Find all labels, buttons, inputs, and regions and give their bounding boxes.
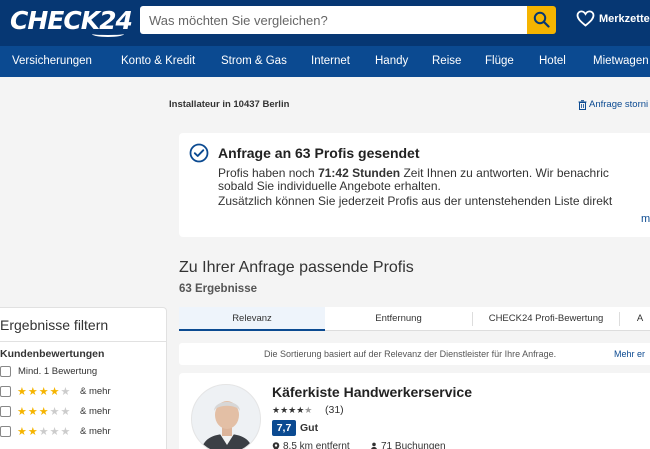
checkbox[interactable] — [0, 406, 11, 417]
filter-option-2-stars[interactable]: ★★★★★ & mehr — [0, 426, 166, 440]
confirmation-line-2: sobald Sie individuelle Angebote erhalte… — [218, 179, 441, 193]
sort-tabs: Relevanz Entfernung CHECK24 Profi-Bewert… — [179, 307, 650, 331]
checkbox[interactable] — [0, 426, 11, 437]
confirmation-line-3: Zusätzlich können Sie jederzeit Profis a… — [218, 194, 613, 208]
bookings: 71 Buchungen — [381, 441, 446, 449]
nav-item-handy[interactable]: Handy — [375, 55, 408, 67]
search-box — [140, 6, 528, 34]
sort-note-link[interactable]: Mehr er — [614, 349, 645, 359]
avatar — [191, 384, 261, 449]
star-empty-icon: ★★ — [49, 406, 72, 418]
nav-item-reise[interactable]: Reise — [432, 55, 461, 67]
search-button[interactable] — [527, 6, 556, 34]
top-bar: CHECK24 Merkzettel — [0, 0, 650, 46]
star-icon: ★★★ — [17, 406, 50, 418]
star-icon: ★★★★ — [272, 405, 305, 415]
sort-note: Die Sortierung basiert auf der Relevanz … — [179, 343, 650, 365]
star-icon: ★★★★ — [17, 386, 61, 398]
location-pin-icon — [272, 442, 280, 449]
tab-entfernung[interactable]: Entfernung — [325, 307, 472, 331]
trash-icon — [578, 100, 587, 110]
nav-item-strom-gas[interactable]: Strom & Gas — [221, 55, 287, 67]
score-label: Gut — [300, 422, 319, 434]
nav-item-internet[interactable]: Internet — [311, 55, 350, 67]
filter-option-label: & mehr — [80, 426, 111, 437]
filter-option-label: Mind. 1 Bewertung — [18, 366, 98, 377]
sort-note-text: Die Sortierung basiert auf der Relevanz … — [264, 349, 557, 359]
star-empty-icon: ★ — [60, 386, 72, 398]
company-name[interactable]: Käferkiste Handwerkerservice — [272, 384, 472, 400]
score-badge: 7,7 — [272, 420, 296, 436]
tab-profi-bewertung[interactable]: CHECK24 Profi-Bewertung — [473, 307, 619, 331]
logo-swoosh — [92, 31, 124, 37]
confirmation-card: Anfrage an 63 Profis gesendet Profis hab… — [179, 133, 650, 237]
rating-stars: ★★★★★ — [272, 405, 312, 416]
star-empty-icon: ★★★ — [38, 426, 72, 438]
star-rating-3: ★★★★★ — [17, 405, 71, 418]
search-icon — [533, 11, 550, 28]
line1-prefix: Profis haben noch — [218, 166, 319, 180]
storno-label: Anfrage storni — [589, 99, 649, 110]
heart-icon — [576, 10, 595, 27]
filter-option-label: & mehr — [80, 386, 111, 397]
star-rating-4: ★★★★★ — [17, 385, 71, 398]
filter-panel: Ergebnisse filtern Kundenbewertungen Min… — [0, 307, 167, 449]
nav-item-konto-kredit[interactable]: Konto & Kredit — [121, 55, 195, 67]
checkbox[interactable] — [0, 366, 11, 377]
filter-title: Ergebnisse filtern — [0, 317, 109, 333]
merkzettel-label: Merkzettel — [599, 13, 650, 25]
star-rating-2: ★★★★★ — [17, 425, 71, 438]
filter-option-4-stars[interactable]: ★★★★★ & mehr — [0, 386, 166, 400]
filter-option-label: & mehr — [80, 406, 111, 417]
profile-photo-icon — [192, 385, 260, 449]
star-icon: ★★ — [17, 426, 39, 438]
filter-divider — [0, 341, 166, 342]
main-nav: Versicherungen Konto & Kredit Strom & Ga… — [0, 46, 650, 77]
results-count: 63 Ergebnisse — [179, 283, 257, 295]
line1-suffix: Zeit Ihnen zu antworten. Wir benachric — [400, 166, 609, 180]
tab-more[interactable]: A — [620, 307, 650, 331]
search-input[interactable] — [140, 6, 528, 34]
star-half-icon: ★ — [304, 405, 313, 415]
nav-item-versicherungen[interactable]: Versicherungen — [12, 55, 92, 67]
breadcrumb: Installateur in 10437 Berlin — [169, 99, 290, 110]
check-circle-icon — [189, 143, 209, 163]
bookings-icon — [371, 442, 377, 449]
nav-item-hotel[interactable]: Hotel — [539, 55, 566, 67]
confirmation-line-1: Profis haben noch 71:42 Stunden Zeit Ihn… — [218, 166, 609, 180]
results-heading: Zu Ihrer Anfrage passende Profis — [179, 259, 414, 276]
result-card[interactable]: Käferkiste Handwerkerservice ★★★★★ (31) … — [179, 373, 650, 449]
filter-section-kundenbewertungen: Kundenbewertungen — [0, 348, 105, 360]
filter-option-min-1[interactable]: Mind. 1 Bewertung — [0, 366, 166, 380]
confirmation-more-link[interactable]: m — [641, 213, 650, 225]
filter-option-3-stars[interactable]: ★★★★★ & mehr — [0, 406, 166, 420]
confirmation-title: Anfrage an 63 Profis gesendet — [218, 145, 420, 161]
rating-count: (31) — [325, 404, 344, 416]
countdown: 71:42 Stunden — [318, 166, 401, 180]
distance: 8,5 km entfernt — [283, 441, 350, 449]
nav-item-fluege[interactable]: Flüge — [485, 55, 514, 67]
nav-item-mietwagen[interactable]: Mietwagen — [593, 55, 649, 67]
tab-relevanz[interactable]: Relevanz — [179, 307, 325, 331]
checkbox[interactable] — [0, 386, 11, 397]
